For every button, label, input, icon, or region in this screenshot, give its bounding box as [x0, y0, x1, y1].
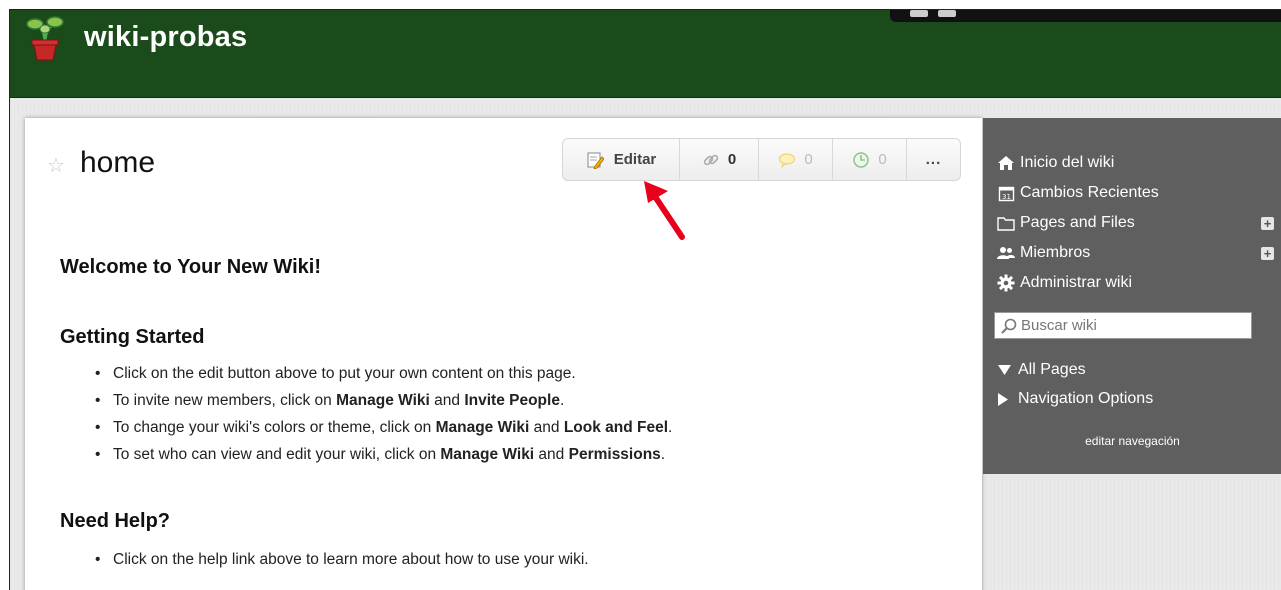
sidebar-item-members[interactable]: Miembros	[996, 241, 1090, 265]
list-item-text: .	[660, 446, 666, 463]
sidebar-item-manage-wiki[interactable]: Administrar wiki	[996, 271, 1132, 295]
svg-text:31: 31	[1002, 193, 1011, 201]
history-button[interactable]: 0	[833, 139, 907, 180]
sidebar-item-label: Inicio del wiki	[1020, 154, 1115, 171]
collapsed-triangle-icon	[998, 392, 1012, 406]
list-item: To invite new members, click on Manage W…	[95, 387, 672, 414]
search-icon	[1001, 318, 1017, 334]
page-toolbar: Editar 0 0 0 ...	[562, 138, 961, 181]
site-header: wiki-probas	[10, 10, 1281, 98]
history-count: 0	[878, 151, 887, 168]
more-actions-button[interactable]: ...	[907, 139, 960, 180]
search-input[interactable]	[1021, 317, 1241, 334]
list-item-text: and	[534, 446, 569, 463]
tree-item-navigation-options[interactable]: Navigation Options	[998, 387, 1153, 411]
folder-icon	[996, 214, 1016, 232]
expanded-triangle-icon	[998, 365, 1012, 375]
manage-wiki-text: Manage Wiki	[440, 446, 535, 463]
comment-icon	[779, 153, 796, 168]
page-title: home	[80, 146, 156, 179]
welcome-heading: Welcome to Your New Wiki!	[60, 256, 321, 278]
wiki-search-box[interactable]	[994, 312, 1252, 339]
links-count: 0	[727, 151, 737, 168]
list-item-text: To set who can view and edit your wiki, …	[113, 446, 441, 463]
look-and-feel-text: Look and Feel	[563, 419, 669, 436]
add-member-plus-icon[interactable]: +	[1261, 247, 1274, 260]
list-item: To change your wiki's colors or theme, c…	[95, 414, 672, 441]
edit-page-icon	[587, 152, 604, 169]
calendar-icon: 31	[996, 184, 1016, 202]
comments-button[interactable]: 0	[759, 139, 833, 180]
need-help-heading: Need Help?	[60, 510, 171, 532]
members-icon	[996, 244, 1016, 262]
list-item-text: Click on the help link above to learn mo…	[113, 551, 589, 568]
list-item-text: Click on the edit button above to put yo…	[113, 365, 576, 382]
links-button[interactable]: 0	[680, 139, 759, 180]
manage-wiki-text: Manage Wiki	[435, 419, 530, 436]
list-item: Click on the help link above to learn mo…	[95, 546, 589, 573]
list-item: To set who can view and edit your wiki, …	[95, 441, 672, 468]
page-content: ☆ home Editar 0 0 0 ... Welcome to Your …	[25, 118, 982, 590]
list-item: Click on the edit button above to put yo…	[95, 360, 672, 387]
comments-count: 0	[804, 151, 813, 168]
edit-navigation-link[interactable]: editar navegación	[983, 434, 1281, 448]
getting-started-list: Click on the edit button above to put yo…	[95, 360, 672, 468]
home-icon	[996, 154, 1016, 172]
top-overlay-bar	[890, 10, 1281, 22]
sidebar-item-label: Miembros	[1020, 244, 1091, 261]
plant-pot-logo-icon[interactable]	[24, 14, 66, 62]
invite-people-text: Invite People	[464, 392, 560, 409]
navigation-sidebar: Inicio del wiki 31 Cambios Recientes Pag…	[983, 118, 1281, 474]
list-item-text: .	[668, 419, 673, 436]
history-icon	[853, 151, 870, 168]
sidebar-item-label: Pages and Files	[1020, 214, 1135, 231]
list-item-text: To change your wiki's colors or theme, c…	[113, 419, 436, 436]
list-item-text: and	[429, 392, 465, 409]
tree-item-label: Navigation Options	[1018, 390, 1154, 407]
sidebar-item-recent-changes[interactable]: 31 Cambios Recientes	[996, 181, 1159, 205]
browser-viewport: wiki-probas ☆ home Editar 0 0 0 ... Welc…	[9, 9, 1281, 590]
edit-button[interactable]: Editar	[563, 139, 680, 180]
list-item-text: To invite new members, click on	[113, 392, 337, 409]
favorite-star-icon[interactable]: ☆	[47, 153, 65, 178]
gear-icon	[996, 274, 1016, 292]
sidebar-item-label: Administrar wiki	[1020, 274, 1133, 291]
tree-item-label: All Pages	[1018, 361, 1086, 378]
add-page-plus-icon[interactable]: +	[1261, 217, 1274, 230]
manage-wiki-text: Manage Wiki	[336, 392, 430, 409]
overlay-button-1[interactable]	[910, 10, 928, 17]
sidebar-item-pages-and-files[interactable]: Pages and Files	[996, 211, 1135, 235]
red-annotation-arrow-icon	[644, 181, 685, 240]
list-item-text: and	[529, 419, 564, 436]
need-help-list: Click on the help link above to learn mo…	[95, 546, 589, 573]
site-title[interactable]: wiki-probas	[84, 21, 247, 54]
tree-item-all-pages[interactable]: All Pages	[998, 358, 1086, 382]
link-icon	[703, 154, 719, 165]
sidebar-item-label: Cambios Recientes	[1020, 184, 1159, 201]
getting-started-heading: Getting Started	[60, 326, 205, 348]
overlay-button-2[interactable]	[938, 10, 956, 17]
permissions-text: Permissions	[568, 446, 661, 463]
list-item-text: .	[559, 392, 565, 409]
sidebar-item-home[interactable]: Inicio del wiki	[996, 151, 1114, 175]
edit-button-label: Editar	[613, 151, 657, 168]
